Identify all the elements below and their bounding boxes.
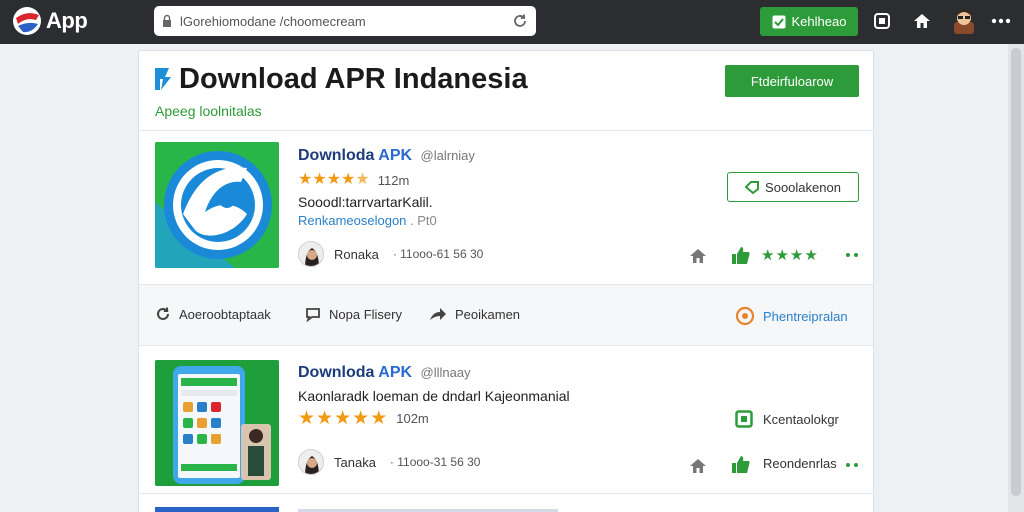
more-options-icon[interactable] bbox=[990, 11, 1012, 31]
action-refresh[interactable]: Aoeroobtaptaak bbox=[155, 306, 271, 322]
tabs-icon[interactable] bbox=[873, 12, 891, 30]
app-thumbnail[interactable] bbox=[155, 507, 279, 512]
brand[interactable]: App bbox=[12, 6, 88, 36]
author-meta: · 11ooo-31 56 30 bbox=[389, 455, 481, 469]
lock-icon bbox=[163, 14, 171, 27]
outline-action-button[interactable]: Sooolakenon bbox=[727, 172, 859, 202]
avatar bbox=[298, 449, 324, 475]
star-icon: ★ bbox=[298, 171, 313, 188]
address-text: lGorehiomodane /choomecream bbox=[180, 13, 366, 29]
user-rating-stars[interactable]: ★ ★ ★ ★ bbox=[761, 246, 819, 264]
address-bar[interactable]: lGorehiomodane /choomecream bbox=[154, 6, 536, 36]
outline-action-label: Sooolakenon bbox=[765, 179, 841, 195]
more-options-icon[interactable] bbox=[845, 251, 859, 259]
divider bbox=[139, 130, 873, 131]
app-thumbnail[interactable] bbox=[155, 142, 279, 268]
refresh-icon bbox=[157, 307, 169, 320]
page-scrollbar[interactable] bbox=[1008, 44, 1024, 512]
author-row[interactable]: Ronaka · 11ooo-61 56 30 bbox=[298, 241, 483, 267]
more-options-icon[interactable] bbox=[845, 461, 859, 469]
action-label: Nopa Flisery bbox=[329, 306, 402, 322]
rating-stars: ★ ★ ★ ★ ★ 102m bbox=[298, 409, 429, 428]
document-icon bbox=[735, 410, 753, 428]
home-icon[interactable] bbox=[689, 247, 707, 265]
action-label: Aoeroobtaptaak bbox=[179, 306, 271, 322]
author-name: Tanaka bbox=[334, 454, 376, 470]
star-icon: ★ bbox=[316, 408, 334, 429]
app-logo-icon bbox=[155, 142, 279, 268]
scrollbar-thumb[interactable] bbox=[1011, 48, 1021, 496]
badge-icon bbox=[735, 306, 755, 326]
green-link-label: Kcentaolokgr bbox=[763, 411, 839, 427]
star-half-icon: ★ bbox=[355, 171, 370, 188]
app-handle: @lalrniay bbox=[420, 148, 475, 163]
star-icon: ★ bbox=[804, 247, 818, 264]
author-row[interactable]: Tanaka · 11ooo-31 56 30 bbox=[298, 449, 480, 475]
home-icon[interactable] bbox=[913, 12, 931, 30]
divider bbox=[139, 284, 873, 285]
header-button[interactable]: Ftdeirfuloarow bbox=[725, 65, 859, 97]
star-icon: ★ bbox=[312, 171, 327, 188]
reload-icon[interactable] bbox=[512, 13, 528, 29]
star-icon: ★ bbox=[334, 408, 352, 429]
app-link-text: Renkameoselogon bbox=[298, 213, 407, 228]
brand-logo-icon bbox=[13, 7, 41, 35]
rating-count: 112m bbox=[377, 172, 410, 188]
app-name-accent: APK bbox=[378, 364, 413, 381]
app-name-text: Downloda bbox=[298, 364, 375, 381]
rating-count: 102m bbox=[396, 411, 429, 426]
brand-name: App bbox=[46, 8, 88, 33]
action-label: Phentreipralan bbox=[763, 308, 848, 324]
avatar bbox=[298, 241, 324, 267]
app-name-accent: APK bbox=[378, 147, 413, 164]
action-badge[interactable]: Phentreipralan bbox=[735, 306, 848, 326]
thumbs-up-icon[interactable] bbox=[731, 454, 751, 474]
check-icon bbox=[772, 15, 786, 28]
action-bar: Aoeroobtaptaak Nopa Flisery Peoikamen Ph… bbox=[139, 284, 873, 346]
app-link-meta: . Pt0 bbox=[410, 213, 437, 228]
star-icon: ★ bbox=[789, 247, 804, 264]
thumbs-up-icon[interactable] bbox=[731, 245, 751, 265]
app-handle: @lllnaay bbox=[420, 365, 471, 380]
phone-screenshot-icon bbox=[155, 360, 279, 486]
rating-stars: ★ ★ ★ ★ ★ 112m bbox=[298, 172, 409, 188]
star-icon: ★ bbox=[341, 171, 356, 188]
star-icon: ★ bbox=[761, 247, 775, 264]
star-icon: ★ bbox=[298, 408, 316, 429]
content-panel: Download APR Indanesia Apeeg loolnitalas… bbox=[138, 50, 874, 512]
chat-icon bbox=[306, 308, 320, 322]
home-icon[interactable] bbox=[689, 457, 707, 475]
app-name-text: Downloda bbox=[298, 147, 375, 164]
app-title[interactable]: Downloda APK @lalrniay bbox=[298, 147, 475, 165]
app-link[interactable]: Renkameoselogon . Pt0 bbox=[298, 213, 437, 228]
avatar-image-icon bbox=[299, 242, 323, 266]
star-icon: ★ bbox=[370, 408, 388, 429]
green-link[interactable]: Kcentaolokgr bbox=[735, 410, 839, 428]
avatar-image-icon bbox=[299, 450, 323, 474]
action-chat[interactable]: Nopa Flisery bbox=[305, 306, 402, 322]
site-logo-icon bbox=[155, 68, 171, 90]
author-meta: · 11ooo-61 56 30 bbox=[392, 247, 484, 261]
user-avatar-icon[interactable] bbox=[952, 8, 976, 34]
app-title[interactable]: Downloda APK @lllnaay bbox=[298, 364, 471, 382]
status-text: Reondenrlas bbox=[763, 456, 837, 471]
star-icon: ★ bbox=[352, 408, 370, 429]
top-action-label: Kehlheao bbox=[791, 14, 847, 29]
divider bbox=[139, 493, 873, 494]
tag-icon bbox=[745, 181, 760, 194]
divider bbox=[139, 345, 873, 346]
app-description: Kaonlaradk loeman de dndarl Kajeonmanial bbox=[298, 388, 570, 404]
app-thumbnail[interactable] bbox=[155, 360, 279, 486]
page-title: Download APR Indanesia bbox=[179, 63, 528, 95]
app-description: Sooodl:tarrvartarKalil. bbox=[298, 194, 433, 210]
page-subtitle[interactable]: Apeeg loolnitalas bbox=[155, 103, 262, 119]
share-icon bbox=[430, 308, 446, 320]
star-icon: ★ bbox=[775, 247, 789, 264]
star-icon: ★ bbox=[326, 171, 342, 188]
top-bar: App lGorehiomodane /choomecream Kehlheao bbox=[0, 0, 1024, 44]
action-label: Peoikamen bbox=[455, 306, 521, 322]
action-share[interactable]: Peoikamen bbox=[429, 306, 520, 322]
top-action-button[interactable]: Kehlheao bbox=[760, 7, 858, 36]
author-name: Ronaka bbox=[334, 246, 379, 262]
